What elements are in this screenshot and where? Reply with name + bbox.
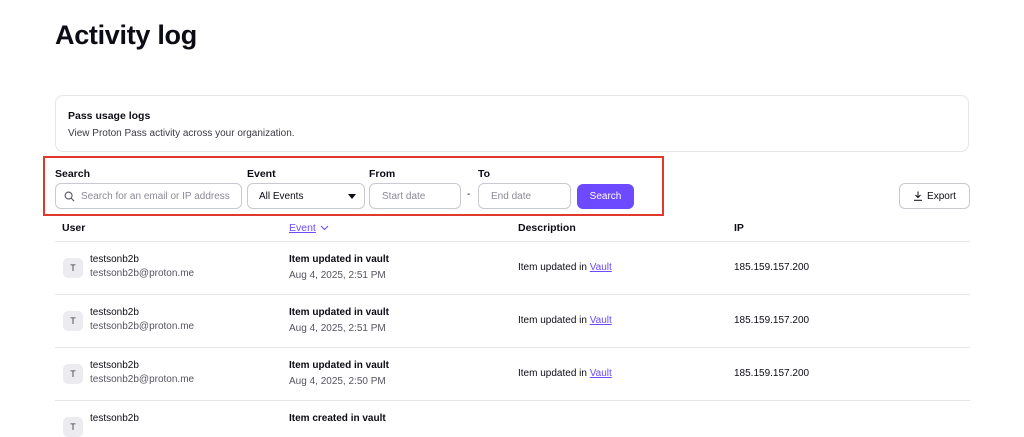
description-text: Item updated in [518, 262, 590, 273]
event-label: Event [247, 168, 276, 180]
column-header-user: User [62, 222, 86, 234]
vault-link[interactable]: Vault [590, 368, 612, 379]
card-title: Pass usage logs [68, 110, 151, 122]
from-label: From [369, 168, 396, 180]
chevron-down-icon [320, 225, 329, 231]
avatar: T [63, 417, 83, 437]
user-name: testsonb2b [90, 307, 139, 318]
avatar: T [63, 311, 83, 331]
export-button[interactable]: Export [899, 183, 970, 209]
end-date-placeholder: End date [491, 190, 532, 202]
event-description: Item updated in Vault [518, 315, 612, 326]
to-label: To [478, 168, 491, 180]
column-header-ip: IP [734, 222, 744, 234]
start-date-placeholder: Start date [382, 190, 426, 202]
table-row[interactable]: T testsonb2b Item created in vault [55, 401, 970, 437]
event-date: Aug 4, 2025, 2:51 PM [289, 270, 386, 281]
search-label: Search [55, 168, 91, 180]
download-icon [914, 191, 923, 201]
search-input[interactable]: Search for an email or IP address [55, 183, 242, 209]
card-subtitle: View Proton Pass activity across your or… [68, 128, 295, 139]
event-date: Aug 4, 2025, 2:50 PM [289, 376, 386, 387]
user-name: testsonb2b [90, 254, 139, 265]
ip-address: 185.159.157.200 [734, 262, 810, 273]
table-row[interactable]: T testsonb2b testsonb2b@proton.me Item u… [55, 242, 970, 295]
start-date-input[interactable]: Start date [369, 183, 461, 209]
user-email: testsonb2b@proton.me [90, 321, 195, 332]
user-email: testsonb2b@proton.me [90, 268, 195, 279]
date-range-separator: - [467, 189, 471, 200]
search-icon [64, 191, 75, 201]
event-date: Aug 4, 2025, 2:51 PM [289, 323, 386, 334]
description-text: Item updated in [518, 368, 590, 379]
info-card: Pass usage logs View Proton Pass activit… [55, 95, 969, 152]
search-placeholder: Search for an email or IP address [81, 190, 230, 202]
column-header-description: Description [518, 222, 576, 234]
event-description: Item updated in Vault [518, 262, 612, 273]
page-title: Activity log [55, 20, 197, 50]
end-date-input[interactable]: End date [478, 183, 571, 209]
vault-link[interactable]: Vault [590, 315, 612, 326]
user-name: testsonb2b [90, 360, 139, 371]
caret-down-icon [348, 193, 356, 199]
search-button[interactable]: Search [577, 184, 634, 209]
description-text: Item updated in [518, 315, 590, 326]
table-row[interactable]: T testsonb2b testsonb2b@proton.me Item u… [55, 295, 970, 348]
ip-address: 185.159.157.200 [734, 368, 810, 379]
vault-link[interactable]: Vault [590, 262, 612, 273]
column-header-event[interactable]: Event [289, 222, 329, 234]
avatar: T [63, 364, 83, 384]
event-title: Item updated in vault [289, 307, 390, 318]
user-email: testsonb2b@proton.me [90, 374, 195, 385]
event-select[interactable]: All Events [247, 183, 365, 209]
event-select-value: All Events [259, 190, 304, 202]
event-description: Item updated in Vault [518, 368, 612, 379]
event-title: Item updated in vault [289, 254, 390, 265]
table-row[interactable]: T testsonb2b testsonb2b@proton.me Item u… [55, 348, 970, 401]
event-header-label: Event [289, 222, 316, 234]
export-label: Export [927, 190, 956, 202]
avatar: T [63, 258, 83, 278]
event-title: Item updated in vault [289, 360, 390, 371]
ip-address: 185.159.157.200 [734, 315, 810, 326]
